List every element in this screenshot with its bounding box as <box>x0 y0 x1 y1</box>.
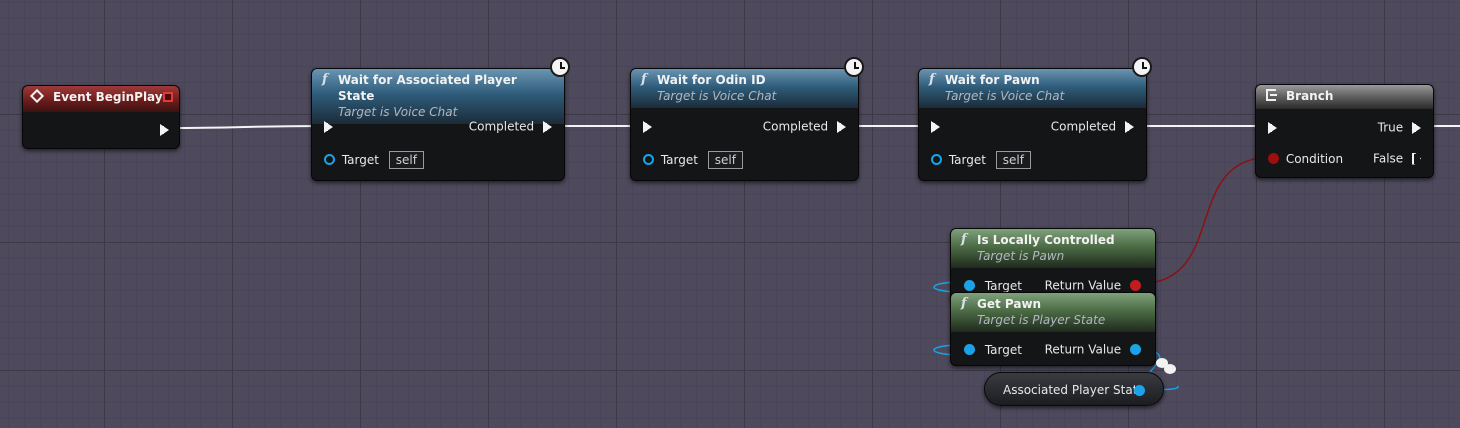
exec-wire-beginplay-to-wait-state <box>167 125 323 129</box>
object-pin-icon[interactable] <box>964 280 975 291</box>
exec-in-pin-icon[interactable] <box>1268 121 1277 134</box>
wait-pawn-exec-in[interactable] <box>931 117 940 135</box>
branch-title: Branch <box>1286 89 1334 103</box>
wait-player-state-header: f Wait for Associated Player State Targe… <box>312 69 564 124</box>
wait-odin-id-exec-in[interactable] <box>643 117 652 135</box>
wait-pawn-completed-pin[interactable]: Completed <box>1051 117 1134 135</box>
function-icon: f <box>961 296 967 311</box>
wire-layer <box>167 125 1460 391</box>
get-pawn-return-pin[interactable]: Return Value <box>1045 340 1141 358</box>
exec-in-pin-icon[interactable] <box>931 120 940 133</box>
object-pin-icon[interactable] <box>964 344 975 355</box>
branch-header: Branch <box>1256 85 1433 109</box>
object-pin-icon[interactable] <box>1130 344 1141 355</box>
false-label: False <box>1373 151 1404 166</box>
wait-player-state-completed-pin[interactable]: Completed <box>469 117 552 135</box>
is-locally-controlled-header: f Is Locally Controlled Target is Pawn <box>951 229 1155 268</box>
reroute-knot[interactable] <box>1164 364 1176 374</box>
associated-player-state-variable-node[interactable]: Associated Player State <box>984 372 1164 406</box>
wait-odin-id-header: f Wait for Odin ID Target is Voice Chat <box>631 69 858 108</box>
function-icon: f <box>641 72 647 87</box>
completed-label: Completed <box>468 119 535 134</box>
branch-condition-pin[interactable]: Condition <box>1268 149 1343 167</box>
wait-player-state-title: Wait for Associated Player State <box>338 73 517 103</box>
event-beginplay-header: Event BeginPlay <box>23 86 179 112</box>
wait-odin-id-subtitle: Target is Voice Chat <box>657 89 777 103</box>
function-icon: f <box>322 72 328 87</box>
target-label: Target <box>660 152 698 167</box>
function-icon: f <box>929 72 935 87</box>
wait-for-pawn-node[interactable]: f Wait for Pawn Target is Voice Chat Com… <box>918 57 1152 181</box>
branch-true-pin[interactable]: True <box>1378 118 1421 136</box>
get-pawn-subtitle: Target is Player State <box>977 313 1106 327</box>
branch-false-pin[interactable]: False <box>1373 149 1421 167</box>
bool-pin-icon[interactable] <box>1268 153 1279 164</box>
is-locally-controlled-title: Is Locally Controlled <box>977 233 1115 247</box>
exec-out-pin-icon[interactable] <box>543 120 552 133</box>
wait-odin-id-title: Wait for Odin ID <box>657 73 766 87</box>
target-label: Target <box>984 278 1022 293</box>
true-label: True <box>1377 120 1404 135</box>
completed-label: Completed <box>1050 119 1117 134</box>
wait-for-associated-player-state-node[interactable]: f Wait for Associated Player State Targe… <box>311 57 570 181</box>
object-pin-icon[interactable] <box>1134 385 1145 396</box>
wait-pawn-header: f Wait for Pawn Target is Voice Chat <box>919 69 1146 108</box>
exec-out-pin-icon[interactable] <box>160 123 169 136</box>
get-pawn-node[interactable]: f Get Pawn Target is Player State Target… <box>950 292 1156 366</box>
get-pawn-title: Get Pawn <box>977 297 1042 311</box>
exec-out-pin-icon[interactable] <box>837 120 846 133</box>
completed-label: Completed <box>762 119 829 134</box>
return-value-label: Return Value <box>1044 278 1122 293</box>
exec-in-pin-icon[interactable] <box>324 120 333 133</box>
event-diamond-icon <box>29 88 45 104</box>
is-locally-controlled-node[interactable]: f Is Locally Controlled Target is Pawn T… <box>950 228 1156 302</box>
exec-out-pin-icon[interactable] <box>1412 121 1421 134</box>
event-beginplay-title: Event BeginPlay <box>53 90 163 104</box>
wait-player-state-target-pin[interactable]: Target self <box>324 150 424 169</box>
branch-node[interactable]: Branch True Condition False <box>1255 84 1434 178</box>
exec-out-pin-icon[interactable] <box>1125 120 1134 133</box>
event-output-delegate-icon[interactable] <box>163 92 173 102</box>
self-default-value[interactable]: self <box>995 150 1031 169</box>
condition-label: Condition <box>1285 151 1344 166</box>
exec-out-hollow-pin-icon[interactable] <box>1412 153 1421 165</box>
self-default-value[interactable]: self <box>707 150 743 169</box>
latent-clock-icon <box>1132 57 1152 77</box>
get-pawn-header: f Get Pawn Target is Player State <box>951 293 1155 332</box>
event-beginplay-exec-out[interactable] <box>160 120 169 138</box>
target-label: Target <box>984 342 1022 357</box>
return-value-label: Return Value <box>1044 342 1122 357</box>
function-icon: f <box>961 232 967 247</box>
get-pawn-target-pin[interactable]: Target <box>964 340 1022 358</box>
event-beginplay-node[interactable]: Event BeginPlay <box>22 85 180 149</box>
is-locally-controlled-subtitle: Target is Pawn <box>977 249 1065 263</box>
object-pin-icon[interactable] <box>643 154 654 165</box>
wait-pawn-title: Wait for Pawn <box>945 73 1040 87</box>
exec-in-pin-icon[interactable] <box>643 120 652 133</box>
object-pin-icon[interactable] <box>931 154 942 165</box>
bool-pin-icon[interactable] <box>1130 280 1141 291</box>
object-pin-icon[interactable] <box>324 154 335 165</box>
self-default-value[interactable]: self <box>388 150 424 169</box>
wait-odin-id-target-pin[interactable]: Target self <box>643 150 743 169</box>
target-label: Target <box>948 152 986 167</box>
wait-odin-id-completed-pin[interactable]: Completed <box>763 117 846 135</box>
associated-player-state-label: Associated Player State <box>1003 383 1145 397</box>
latent-clock-icon <box>844 57 864 77</box>
wait-pawn-target-pin[interactable]: Target self <box>931 150 1031 169</box>
wait-player-state-exec-in[interactable] <box>324 117 333 135</box>
wait-pawn-subtitle: Target is Voice Chat <box>945 89 1065 103</box>
branch-exec-in[interactable] <box>1268 118 1277 136</box>
latent-clock-icon <box>550 57 570 77</box>
bool-wire-return-to-condition <box>1137 156 1273 285</box>
target-label: Target <box>341 152 379 167</box>
wait-for-odin-id-node[interactable]: f Wait for Odin ID Target is Voice Chat … <box>630 57 864 181</box>
branch-icon <box>1266 89 1277 101</box>
